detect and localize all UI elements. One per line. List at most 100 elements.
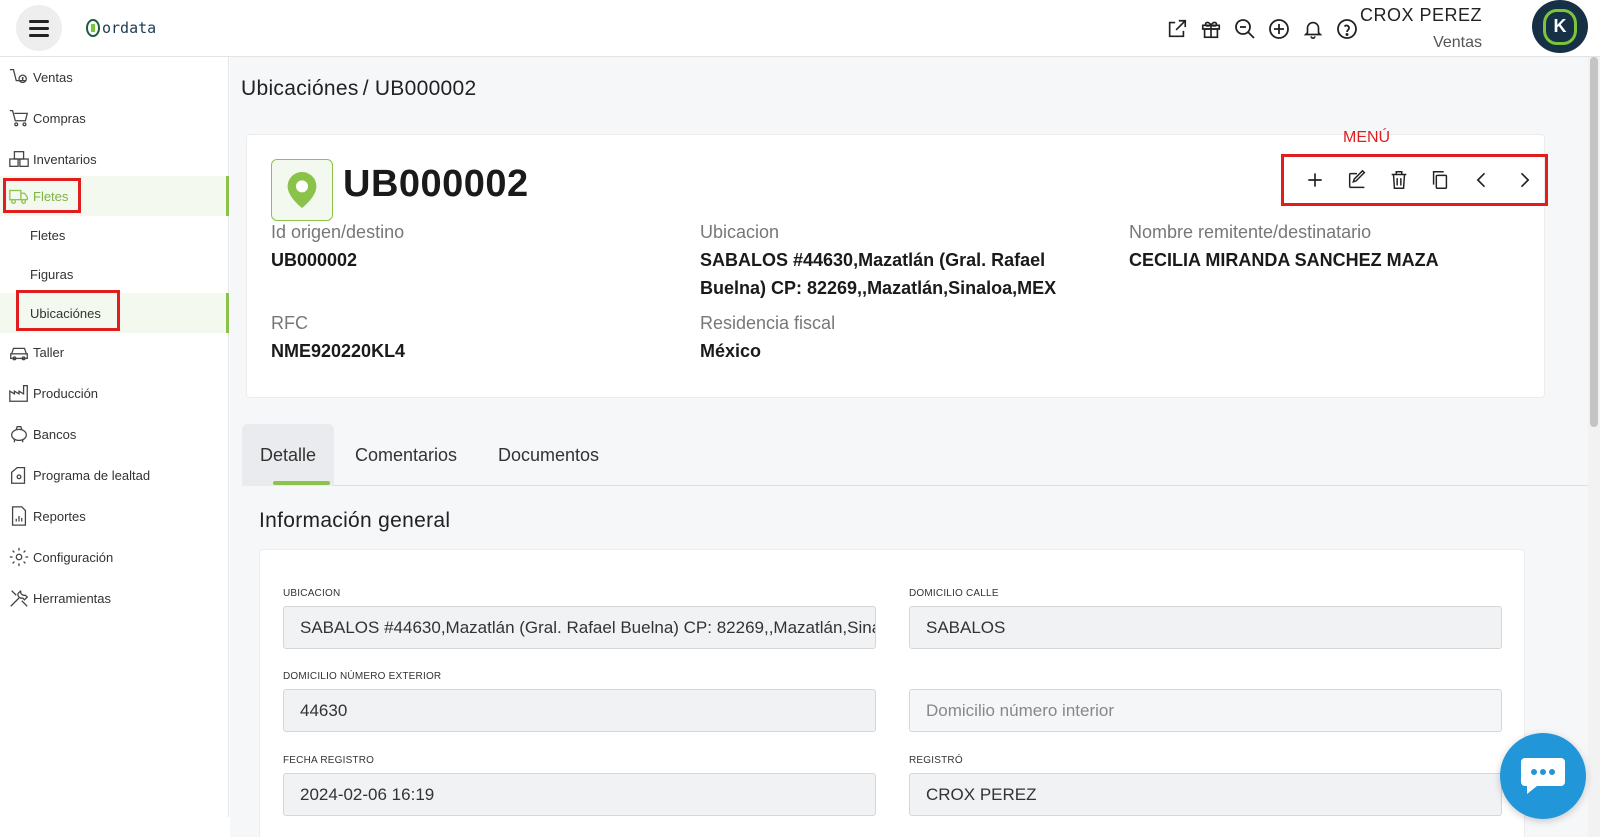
top-icons [1160,14,1364,44]
chat-icon[interactable] [1500,733,1586,819]
location-pin-icon [271,159,333,221]
tools-icon [6,585,32,611]
ubicacion-field-label: UBICACION [283,588,341,599]
chevron-left-icon[interactable] [1461,160,1503,200]
copy-icon[interactable] [1419,160,1461,200]
sidebar-subitem-fletes[interactable]: Fletes [0,215,229,255]
sidebar-item-herramientas[interactable]: Herramientas [0,578,229,618]
active-tab-indicator [273,481,330,485]
boxes-icon [6,146,32,172]
car-icon [6,339,32,365]
sidebar-item-label: Inventarios [33,151,97,167]
logo-mark [86,19,100,37]
breadcrumb: Ubicaciónes / UB000002 [241,77,477,101]
report-icon [6,503,32,529]
rfc-label: RFC [271,313,308,333]
sidebar-item-configuracion[interactable]: Configuración [0,537,229,577]
sidebar-item-label: Producción [33,385,99,401]
sidebar-item-programa-de-lealtad[interactable]: Programa de lealtad [0,455,229,495]
fecha-field[interactable]: 2024-02-06 16:19 [283,773,876,816]
ubicacion-value-line1: SABALOS #44630,Mazatlán (Gral. Rafael [700,250,1046,270]
ubicacion-value-line2: Buelna) CP: 82269,,Mazatlán,Sinaloa,MEX [700,278,1057,298]
sidebar-item-produccion[interactable]: Producción [0,373,229,413]
sidebar-item-reportes[interactable]: Reportes [0,496,229,536]
calle-field-label: DOMICILIO CALLE [909,588,999,599]
cart-icon [6,105,32,131]
tab-label: Documentos [498,444,600,465]
gift-icon[interactable] [1194,14,1228,44]
scrollbar-thumb[interactable] [1590,57,1598,427]
ubicacion-label: Ubicacion [700,222,780,242]
sidebar-item-compras[interactable]: Compras [0,98,229,138]
tab-detalle[interactable]: Detalle [242,424,335,486]
tab-comentarios[interactable]: Comentarios [337,424,475,486]
user-name[interactable]: CROX PEREZ [1360,5,1482,26]
nombre-value: CECILIA MIRANDA SANCHEZ MAZA [1129,250,1439,270]
help-icon[interactable] [1330,14,1364,44]
nombre-label: Nombre remitente/destinatario [1129,222,1372,242]
factory-icon [6,380,32,406]
registro-field[interactable]: CROX PEREZ [909,773,1502,816]
ubicaciones-highlight-box [16,290,120,331]
external-link-icon[interactable] [1160,14,1194,44]
gear-icon [6,544,32,570]
piggy-bank-icon [6,421,32,447]
id-origen-value: UB000002 [271,250,358,270]
user-role: Ventas [1433,34,1482,51]
sidebar-item-bancos[interactable]: Bancos [0,414,229,454]
loyalty-icon [6,462,32,488]
page-scrollbar[interactable] [1588,57,1600,837]
sidebar-item-label: Herramientas [33,590,112,606]
sidebar-item-label: Programa de lealtad [33,467,151,483]
search-zoom-icon[interactable] [1228,14,1262,44]
section-title: Información general [259,509,451,532]
edit-icon[interactable] [1336,160,1378,200]
sidebar-subitem-label: Figuras [30,266,74,282]
chevron-right-icon[interactable] [1503,160,1545,200]
top-bar: ordata CROX PEREZ Ventas K [0,0,1600,57]
trash-icon[interactable] [1378,160,1420,200]
num-ext-field[interactable]: 44630 [283,689,876,732]
residencia-value: México [700,341,762,361]
bell-icon[interactable] [1296,14,1330,44]
sidebar-item-taller[interactable]: Taller [0,332,229,372]
breadcrumb-separator: / [362,77,369,100]
num-ext-field-label: DOMICILIO NÚMERO EXTERIOR [283,671,442,682]
sidebar-item-label: Configuración [33,549,114,565]
record-menu-toolbar [1281,154,1548,206]
tab-label: Comentarios [355,444,458,465]
sales-icon [6,64,32,90]
sidebar-item-label: Taller [33,344,65,360]
sidebar-item-label: Compras [33,110,86,126]
tab-bar: Detalle Comentarios Documentos [242,424,1588,486]
avatar[interactable]: K [1532,0,1588,53]
sidebar-subitem-figuras[interactable]: Figuras [0,254,229,294]
tab-documentos[interactable]: Documentos [480,424,617,486]
fecha-field-label: FECHA REGISTRO [283,755,375,766]
sidebar-item-inventarios[interactable]: Inventarios [0,139,229,179]
sidebar-item-ventas[interactable]: Ventas [0,57,229,97]
add-circle-icon[interactable] [1262,14,1296,44]
logo-text: ordata [102,19,157,37]
residencia-label: Residencia fiscal [700,313,836,333]
plus-icon[interactable] [1294,160,1336,200]
tab-label: Detalle [260,444,317,465]
fletes-highlight-box [3,178,81,213]
calle-field[interactable]: SABALOS [909,606,1502,649]
record-header-card: UB000002 MENÚ Id origen/destino UB000002… [246,129,1548,398]
id-origen-label: Id origen/destino [271,222,405,242]
sidebar-subitem-label: Fletes [30,227,66,243]
num-int-field[interactable]: Domicilio número interior [909,689,1502,732]
breadcrumb-parent[interactable]: Ubicaciónes [241,77,359,100]
sidebar-item-label: Bancos [33,426,77,442]
sidebar-item-label: Ventas [33,69,73,85]
hamburger-menu-icon[interactable] [16,5,62,51]
main-content: Ubicaciónes / UB000002 UB000002 MENÚ Id or… [230,57,1588,837]
avatar-letter: K [1543,8,1577,45]
general-info-form: UBICACION SABALOS #44630,Mazatlán (Gral.… [259,549,1525,837]
logo[interactable]: ordata [86,19,156,37]
ubicacion-field[interactable]: SABALOS #44630,Mazatlán (Gral. Rafael Bu… [283,606,876,649]
registro-field-label: REGISTRÓ [909,755,963,766]
rfc-value: NME920220KL4 [271,341,406,361]
sidebar-item-label: Reportes [33,508,86,524]
